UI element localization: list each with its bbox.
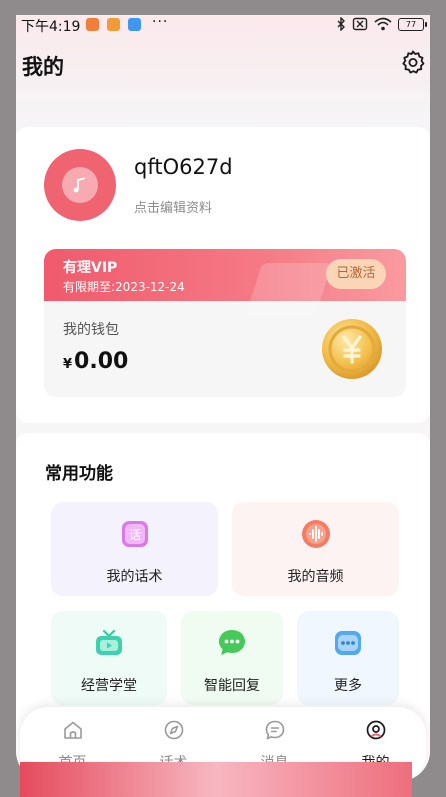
chat-bubble-icon xyxy=(219,630,245,655)
tile-label: 智能回复 xyxy=(204,678,260,694)
script-icon: 话 xyxy=(121,521,148,547)
tile-label: 更多 xyxy=(334,678,362,694)
tile-label: 我的音频 xyxy=(287,569,344,585)
gear-icon[interactable] xyxy=(400,49,426,75)
music-note-icon xyxy=(62,167,98,203)
yuan-coin-icon xyxy=(322,319,382,379)
svg-text:话: 话 xyxy=(128,528,140,542)
more-icon xyxy=(335,631,361,655)
tile-more[interactable]: 更多 xyxy=(297,611,399,705)
avatar[interactable] xyxy=(44,149,116,221)
tile-label: 我的话术 xyxy=(106,569,163,585)
vip-expire-date: 有限期至:2023-12-24 xyxy=(63,280,185,294)
tile-business-school[interactable]: 经营学堂 xyxy=(51,611,167,705)
wallet-label: 我的钱包 xyxy=(63,322,119,338)
vip-decoration xyxy=(245,263,333,315)
status-time: 下午4:19 xyxy=(21,19,81,35)
section-title: 常用功能 xyxy=(45,464,113,484)
tile-label: 经营学堂 xyxy=(81,678,137,694)
profile-icon xyxy=(366,720,385,740)
page-title: 我的 xyxy=(22,55,64,79)
home-icon xyxy=(63,721,82,739)
profile-card: qftO627d 点击编辑资料 有理VIP 有限期至:2023-12-24 已激… xyxy=(16,127,430,423)
wifi-icon xyxy=(374,17,392,31)
vip-title: 有理VIP xyxy=(63,260,118,276)
tile-my-audio[interactable]: 我的音频 xyxy=(232,502,399,596)
status-bar: 下午4:19 ··· 77 xyxy=(16,15,430,37)
app-icon-taobao xyxy=(107,18,120,31)
status-more-dots: ··· xyxy=(152,15,169,30)
phone-screen: 下午4:19 ··· 77 我的 qftO627d 点击编辑资料 有理VIP 有… xyxy=(16,15,430,781)
wallet-currency: ¥ xyxy=(63,357,73,372)
app-icon-blue xyxy=(128,18,141,31)
audio-wave-icon xyxy=(301,520,330,548)
vip-banner[interactable]: 有理VIP 有限期至:2023-12-24 已激活 xyxy=(44,249,406,315)
bluetooth-icon xyxy=(337,17,345,31)
tile-my-scripts[interactable]: 话 我的话术 xyxy=(51,502,218,596)
message-icon xyxy=(265,720,284,740)
wallet-amount: 0.00 xyxy=(74,349,129,374)
edit-profile-link[interactable]: 点击编辑资料 xyxy=(134,197,212,216)
username[interactable]: qftO627d xyxy=(134,155,233,179)
tile-smart-reply[interactable]: 智能回复 xyxy=(181,611,283,705)
background-image-strip xyxy=(20,762,412,797)
status-indicators: 77 xyxy=(336,17,427,31)
no-sim-icon xyxy=(352,17,368,31)
battery-icon: 77 xyxy=(398,17,427,31)
wallet-balance[interactable]: ¥0.00 xyxy=(63,349,128,374)
tv-icon xyxy=(96,629,122,655)
vip-wallet-panel: 有理VIP 有限期至:2023-12-24 已激活 我的钱包 ¥0.00 xyxy=(44,249,406,397)
app-icon-orange xyxy=(86,18,99,31)
vip-status-badge: 已激活 xyxy=(326,259,386,289)
compass-icon xyxy=(164,720,183,740)
